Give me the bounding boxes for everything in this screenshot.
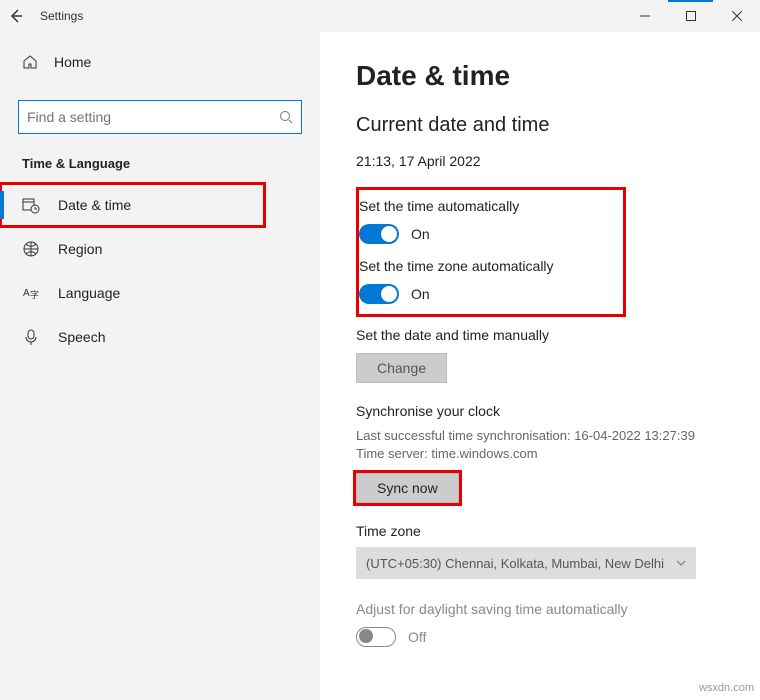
minimize-button[interactable] bbox=[622, 0, 668, 32]
home-label: Home bbox=[54, 54, 91, 70]
nav-item-speech[interactable]: Speech bbox=[0, 315, 320, 359]
auto-tz-toggle[interactable] bbox=[359, 284, 399, 304]
sidebar: Home Time & Language Date & time bbox=[0, 32, 320, 700]
sync-now-button[interactable]: Sync now bbox=[356, 473, 459, 503]
svg-text:字: 字 bbox=[30, 289, 39, 300]
calendar-clock-icon bbox=[22, 196, 40, 214]
auto-time-toggle[interactable] bbox=[359, 224, 399, 244]
page-subheading: Current date and time bbox=[356, 114, 724, 137]
search-icon bbox=[273, 110, 293, 124]
globe-icon bbox=[22, 240, 40, 258]
sync-server: Time server: time.windows.com bbox=[356, 445, 724, 463]
window-title: Settings bbox=[32, 9, 83, 23]
language-icon: A字 bbox=[22, 284, 40, 302]
auto-tz-state: On bbox=[411, 286, 430, 302]
nav-item-label: Language bbox=[58, 285, 120, 301]
sync-heading: Synchronise your clock bbox=[356, 403, 724, 419]
nav-item-region[interactable]: Region bbox=[0, 227, 320, 271]
back-button[interactable] bbox=[0, 9, 32, 23]
search-box[interactable] bbox=[18, 100, 302, 134]
home-link[interactable]: Home bbox=[0, 42, 320, 82]
window-controls bbox=[622, 0, 760, 32]
auto-settings-group: Set the time automatically On Set the ti… bbox=[356, 187, 626, 317]
auto-tz-label: Set the time zone automatically bbox=[359, 258, 613, 274]
watermark: wsxdn.com bbox=[699, 682, 754, 694]
home-icon bbox=[22, 54, 38, 70]
titlebar: Settings bbox=[0, 0, 760, 32]
nav-item-date-time[interactable]: Date & time bbox=[0, 183, 265, 227]
timezone-section: Time zone (UTC+05:30) Chennai, Kolkata, … bbox=[356, 523, 724, 579]
timezone-value: (UTC+05:30) Chennai, Kolkata, Mumbai, Ne… bbox=[366, 556, 664, 571]
dst-toggle bbox=[356, 627, 396, 647]
close-button[interactable] bbox=[714, 0, 760, 32]
sync-last: Last successful time synchronisation: 16… bbox=[356, 427, 724, 445]
chevron-down-icon bbox=[676, 558, 686, 568]
nav-item-label: Speech bbox=[58, 329, 105, 345]
microphone-icon bbox=[22, 328, 40, 346]
search-input[interactable] bbox=[27, 109, 273, 125]
auto-time-toggle-row: On bbox=[359, 224, 613, 244]
dst-state: Off bbox=[408, 629, 426, 645]
dst-label: Adjust for daylight saving time automati… bbox=[356, 601, 724, 617]
auto-time-state: On bbox=[411, 226, 430, 242]
dst-section: Adjust for daylight saving time automati… bbox=[356, 601, 724, 647]
dst-toggle-row: Off bbox=[356, 627, 724, 647]
svg-text:A: A bbox=[23, 288, 30, 299]
timezone-heading: Time zone bbox=[356, 523, 724, 539]
manual-section: Set the date and time manually Change bbox=[356, 327, 724, 383]
close-icon bbox=[732, 11, 742, 21]
nav-list: Date & time Region A字 Language bbox=[0, 183, 320, 359]
page-heading: Date & time bbox=[356, 60, 724, 92]
settings-window: Settings Home Time & Language bbox=[0, 0, 760, 700]
category-heading: Time & Language bbox=[0, 134, 320, 183]
maximize-icon bbox=[686, 11, 696, 21]
current-datetime: 21:13, 17 April 2022 bbox=[356, 153, 724, 169]
main-panel: Date & time Current date and time 21:13,… bbox=[320, 32, 760, 700]
body: Home Time & Language Date & time bbox=[0, 32, 760, 700]
change-button: Change bbox=[356, 353, 447, 383]
timezone-dropdown: (UTC+05:30) Chennai, Kolkata, Mumbai, Ne… bbox=[356, 547, 696, 579]
sync-info: Last successful time synchronisation: 16… bbox=[356, 427, 724, 463]
manual-label: Set the date and time manually bbox=[356, 327, 724, 343]
sync-section: Synchronise your clock Last successful t… bbox=[356, 403, 724, 503]
maximize-button[interactable] bbox=[668, 0, 714, 32]
nav-item-label: Date & time bbox=[58, 197, 131, 213]
auto-tz-toggle-row: On bbox=[359, 284, 613, 304]
minimize-icon bbox=[640, 11, 650, 21]
auto-time-label: Set the time automatically bbox=[359, 198, 613, 214]
back-arrow-icon bbox=[9, 9, 23, 23]
nav-item-language[interactable]: A字 Language bbox=[0, 271, 320, 315]
nav-item-label: Region bbox=[58, 241, 102, 257]
